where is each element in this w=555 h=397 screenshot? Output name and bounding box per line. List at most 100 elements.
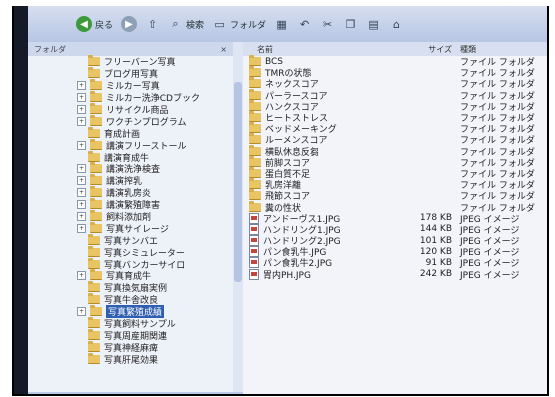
expand-toggle[interactable]: + <box>77 176 86 186</box>
folder-icon <box>88 150 100 162</box>
folder-tree-item[interactable]: + ワクチンプログラム <box>28 114 233 128</box>
folder-tree-item[interactable]: + 写真サイレージ <box>28 221 233 235</box>
image-file-icon <box>249 268 259 280</box>
scrollbar-thumb[interactable] <box>234 82 242 282</box>
folder-tree-item[interactable]: + ミルカー写真 <box>28 79 233 92</box>
folder-tree-item[interactable]: + 講演搾乳 <box>28 174 233 187</box>
folder-icon <box>90 221 102 233</box>
folder-tree-item[interactable]: 育成計画 <box>28 126 233 140</box>
folder-icon <box>249 166 261 178</box>
expand-toggle[interactable]: + <box>77 271 86 281</box>
expand-toggle[interactable]: + <box>77 307 86 317</box>
forward-arrow-icon: ▶ <box>121 16 138 32</box>
up-folder-button[interactable]: ⇧ <box>145 17 160 31</box>
folder-tree-item[interactable]: 写真換気扇実例 <box>28 281 233 294</box>
expand-toggle[interactable]: + <box>77 93 86 103</box>
folder-tree-item[interactable]: + 飼料添加剤 <box>28 210 233 223</box>
view-grid-icon: ▦ <box>276 17 287 31</box>
folder-icon <box>90 79 102 91</box>
folder-tree: フリーバーン写真 ブログ用写真 + ミルカー写真 + ミルカー洗浄CDブック + リサイクル商… <box>28 55 233 366</box>
file-size-cell: 178 KB <box>419 213 452 224</box>
close-pane-button[interactable]: × <box>220 45 227 54</box>
cut-button[interactable]: ✂ <box>320 17 335 31</box>
folder-pane-scrollbar[interactable] <box>233 42 243 392</box>
file-size-cell: 242 KB <box>419 269 452 280</box>
folder-icon <box>249 55 261 67</box>
paste-button[interactable]: ▤ <box>366 17 381 31</box>
column-header-size[interactable]: サイズ <box>403 44 460 55</box>
expand-toggle[interactable]: + <box>77 140 86 150</box>
folder-icon <box>88 55 100 67</box>
file-size-cell: 91 KB <box>425 257 452 268</box>
views-button[interactable]: ▦ <box>274 17 289 31</box>
folder-tree-item[interactable]: + 写真育成牛 <box>28 269 233 282</box>
folder-tree-item[interactable]: 講演育成牛 <box>28 150 233 164</box>
toolbar: ◀ 戻る ▶ ⇧ ⌕ 検索 ▭ フォルダ ▦ ↶ ✂ ❐ ▤ ⌂ <box>28 6 547 42</box>
undo-icon: ↶ <box>299 17 310 31</box>
folder-pane-title: フォルダ <box>34 44 66 54</box>
folder-tree-item[interactable]: 写真サンバエ <box>28 233 233 247</box>
folder-tree-item[interactable]: 写真牛舎改良 <box>28 293 233 306</box>
undo-button[interactable]: ↶ <box>297 17 312 31</box>
folder-icon <box>90 305 102 317</box>
file-name: 胃内PH.JPG <box>263 270 311 281</box>
folders-button[interactable]: ▭ フォルダ <box>212 17 266 31</box>
forward-button[interactable]: ▶ <box>121 16 138 32</box>
folder-tree-label: 写真肝尾効果 <box>104 355 159 366</box>
file-size-cell: 101 KB <box>419 235 452 246</box>
folder-tree-item[interactable]: 写真バンカーサイロ <box>28 257 233 271</box>
expand-toggle[interactable]: + <box>77 105 86 114</box>
folder-tree-item[interactable]: + 講演繁殖障害 <box>28 198 233 211</box>
folder-tree-item[interactable]: + 写真繁殖成績 <box>28 305 233 319</box>
back-button[interactable]: ◀ 戻る <box>76 16 113 32</box>
folder-tree-item[interactable]: 写真肝尾効果 <box>28 352 233 366</box>
expand-toggle[interactable]: + <box>77 223 86 233</box>
paste-icon: ▤ <box>368 17 379 31</box>
folder-tree-item[interactable]: ブログ用写真 <box>28 67 233 80</box>
monitor-bezel <box>14 6 28 394</box>
image-file-icon <box>249 212 259 224</box>
folder-icon: ▭ <box>214 17 225 31</box>
folder-tree-item[interactable]: 写真周産期関連 <box>28 328 233 342</box>
folder-tree-item[interactable]: + リサイクル商品 <box>28 103 233 116</box>
file-name-cell: BCS <box>243 55 403 67</box>
folder-icon <box>88 328 100 340</box>
folder-icon <box>88 317 100 329</box>
folder-icon <box>88 245 100 257</box>
image-file-icon <box>249 235 259 247</box>
expand-toggle[interactable]: + <box>77 188 86 198</box>
expand-toggle[interactable]: + <box>77 164 86 174</box>
up-folder-icon: ⇧ <box>147 17 158 31</box>
back-arrow-icon: ◀ <box>76 16 92 32</box>
folder-icon <box>88 340 100 352</box>
copy-button[interactable]: ❐ <box>343 17 358 31</box>
expand-toggle[interactable]: + <box>77 200 86 210</box>
folder-icon <box>90 174 102 186</box>
folder-icon <box>90 186 102 198</box>
folder-tree-item[interactable]: + 講演フリーストール <box>28 138 233 152</box>
file-size-cell: 120 KB <box>419 246 452 257</box>
column-header-name[interactable]: 名前 <box>243 44 403 55</box>
folder-pane-header: フォルダ × <box>28 42 233 56</box>
folder-tree-item[interactable]: + 講演乳房炎 <box>28 186 233 199</box>
folder-tree-item[interactable]: 写真シミュレーター <box>28 245 233 259</box>
search-button[interactable]: ⌕ 検索 <box>168 17 204 31</box>
expand-toggle[interactable]: + <box>77 81 86 91</box>
column-header-type[interactable]: 種類 <box>460 44 547 55</box>
folder-icon <box>90 114 102 126</box>
folder-tree-item[interactable]: フリーバーン写真 <box>28 55 233 68</box>
back-button-label: 戻る <box>95 20 114 31</box>
expand-toggle[interactable]: + <box>77 212 86 222</box>
home-button[interactable]: ⌂ <box>389 17 404 31</box>
folder-tree-item[interactable]: 写真飼料サンプル <box>28 317 233 330</box>
folder-tree-item[interactable]: + ミルカー洗浄CDブック <box>28 91 233 104</box>
file-list-row[interactable]: 胃内PH.JPG 242 KB JPEG イメージ <box>243 268 547 281</box>
folder-tree-item[interactable]: 写真神経麻痺 <box>28 340 233 354</box>
file-list-header: 名前 サイズ 種類 <box>243 42 547 56</box>
folder-tree-item[interactable]: + 講演洗浄検査 <box>28 162 233 175</box>
folder-icon <box>88 257 100 269</box>
folder-icon <box>249 200 261 212</box>
image-file-icon <box>249 246 259 258</box>
folder-icon <box>90 162 102 174</box>
expand-toggle[interactable]: + <box>77 116 86 126</box>
